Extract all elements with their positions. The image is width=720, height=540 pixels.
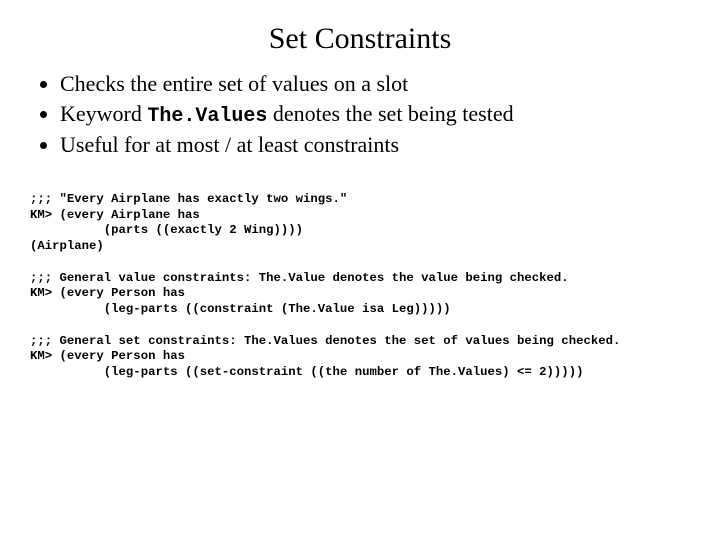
code-block: ;;; "Every Airplane has exactly two wing…	[30, 192, 694, 381]
bullet-text: Checks the entire set of values on a slo…	[60, 71, 408, 96]
bullet-item: Keyword The.Values denotes the set being…	[60, 100, 694, 129]
slide: Set Constraints Checks the entire set of…	[0, 0, 720, 540]
bullet-item: Useful for at most / at least constraint…	[60, 131, 694, 159]
bullet-list: Checks the entire set of values on a slo…	[60, 70, 694, 158]
bullet-text: Useful for at most / at least constraint…	[60, 132, 399, 157]
bullet-item: Checks the entire set of values on a slo…	[60, 70, 694, 98]
bullet-text-post: denotes the set being tested	[267, 101, 513, 126]
slide-title: Set Constraints	[26, 22, 694, 56]
bullet-text-pre: Keyword	[60, 101, 147, 126]
keyword-code: The.Values	[147, 105, 267, 128]
